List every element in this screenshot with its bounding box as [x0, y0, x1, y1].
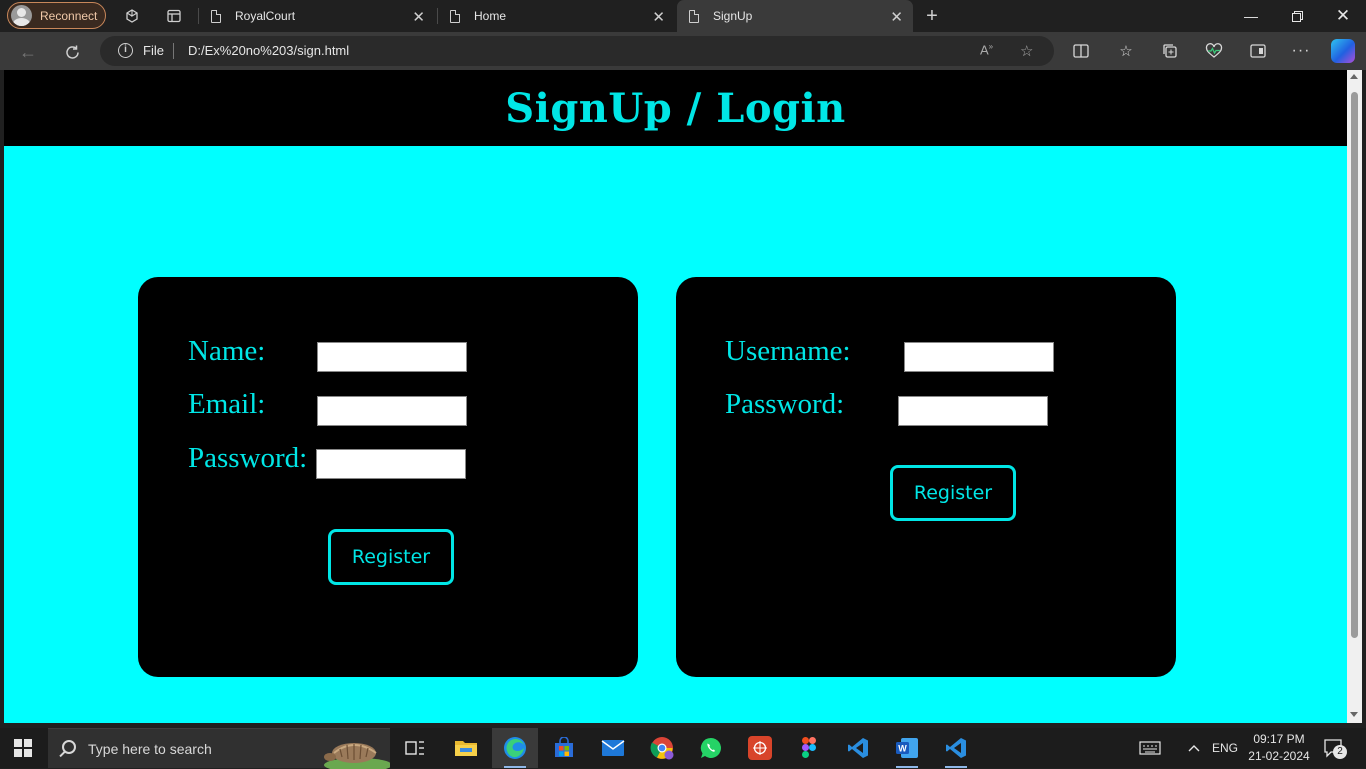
signup-password-field[interactable] — [316, 449, 466, 479]
taskbar-search-box[interactable]: Type here to search — [48, 728, 390, 769]
tab-bar: Reconnect RoyalCourt ✕ Home ✕ SignUp ✕ +… — [0, 0, 1366, 32]
page-title: SignUp / Login — [505, 84, 846, 132]
page-header: SignUp / Login — [4, 70, 1347, 146]
info-icon[interactable]: i — [118, 43, 133, 58]
language-indicator[interactable]: ENG — [1212, 728, 1238, 768]
scrollbar-thumb[interactable] — [1351, 92, 1358, 638]
sidebar-panel-icon[interactable] — [1248, 41, 1268, 61]
profile-reconnect-button[interactable]: Reconnect — [7, 2, 106, 29]
clock-time: 09:17 PM — [1253, 732, 1305, 746]
vertical-tabs-icon[interactable] — [164, 6, 184, 26]
page-icon — [689, 9, 699, 23]
notification-count-badge: 2 — [1333, 745, 1347, 759]
scroll-down-icon[interactable] — [1350, 712, 1358, 717]
favorite-star-icon[interactable]: ☆ — [1020, 42, 1033, 60]
username-label: Username: — [725, 335, 851, 367]
login-card: Username: Password: Register — [676, 277, 1176, 677]
login-register-button[interactable]: Register — [890, 465, 1016, 521]
url-text[interactable]: D:/Ex%20no%203/sign.html — [188, 43, 349, 58]
address-bar[interactable]: i File D:/Ex%20no%203/sign.html A» ☆ — [100, 36, 1054, 66]
page-icon — [450, 9, 460, 23]
edge-icon[interactable] — [492, 728, 538, 768]
vscode-icon[interactable] — [933, 728, 979, 768]
more-options-icon[interactable]: ··· — [1291, 41, 1311, 61]
file-scheme-label: File — [143, 43, 164, 58]
notifications-icon[interactable]: 2 — [1323, 728, 1347, 768]
keyboard-icon[interactable] — [1139, 728, 1161, 768]
signup-password-label: Password: — [188, 442, 308, 474]
workspaces-icon[interactable] — [122, 6, 142, 26]
login-password-field[interactable] — [898, 396, 1048, 426]
vscode-icon[interactable] — [835, 728, 881, 768]
svg-text:W: W — [898, 744, 907, 754]
search-highlight-image — [324, 743, 390, 769]
figma-icon[interactable] — [786, 728, 832, 768]
tab-close-icon[interactable]: ✕ — [652, 8, 665, 26]
windows-start-icon[interactable] — [14, 739, 32, 757]
minimize-button[interactable]: — — [1228, 0, 1274, 32]
collections-icon[interactable] — [1160, 41, 1180, 61]
red-app-icon[interactable] — [737, 728, 783, 768]
tab-close-icon[interactable]: ✕ — [890, 8, 903, 26]
read-aloud-icon[interactable]: A» — [980, 42, 993, 57]
back-arrow-icon[interactable]: ← — [17, 41, 39, 63]
microsoft-store-icon[interactable] — [541, 728, 587, 768]
mail-icon[interactable] — [590, 728, 636, 768]
browser-essentials-icon[interactable] — [1204, 41, 1224, 61]
page-scrollbar[interactable] — [1347, 70, 1362, 723]
search-placeholder: Type here to search — [88, 741, 212, 757]
file-explorer-icon[interactable] — [443, 728, 489, 768]
tab-signup[interactable]: SignUp ✕ — [677, 0, 913, 32]
chrome-icon[interactable] — [639, 728, 685, 768]
refresh-icon[interactable] — [61, 41, 83, 63]
profile-reconnect-label: Reconnect — [40, 8, 98, 23]
search-icon — [62, 740, 76, 754]
whatsapp-icon[interactable] — [688, 728, 734, 768]
restore-button[interactable] — [1274, 0, 1320, 32]
new-tab-icon[interactable]: + — [922, 5, 942, 27]
page-viewport: SignUp / Login Name: Email: Password: Re… — [4, 70, 1347, 723]
page-icon — [211, 9, 221, 23]
show-hidden-icons-chevron-icon[interactable] — [1187, 728, 1201, 768]
tab-title: Home — [474, 9, 507, 23]
windows-taskbar: Type here to search W ENG 09:17 PM 21-02… — [0, 728, 1366, 769]
split-screen-icon[interactable] — [1071, 41, 1091, 61]
word-icon[interactable]: W — [884, 728, 930, 768]
tab-close-icon[interactable]: ✕ — [412, 8, 425, 26]
close-window-button[interactable]: ✕ — [1320, 0, 1366, 32]
signup-card: Name: Email: Password: Register — [138, 277, 638, 677]
email-label: Email: — [188, 388, 266, 420]
favorites-icon[interactable]: ☆ — [1116, 41, 1136, 61]
clock-date: 21-02-2024 — [1248, 749, 1310, 763]
tab-home[interactable]: Home ✕ — [438, 0, 675, 32]
signup-register-button[interactable]: Register — [328, 529, 454, 585]
task-view-icon[interactable] — [392, 728, 438, 768]
email-field[interactable] — [317, 396, 467, 426]
name-label: Name: — [188, 335, 266, 367]
profile-avatar-icon — [11, 5, 32, 26]
login-password-label: Password: — [725, 388, 845, 420]
scroll-up-icon[interactable] — [1350, 74, 1358, 79]
taskbar-clock[interactable]: 09:17 PM 21-02-2024 — [1244, 731, 1314, 765]
tab-title: RoyalCourt — [235, 9, 296, 23]
tab-royalcourt[interactable]: RoyalCourt ✕ — [199, 0, 435, 32]
copilot-icon[interactable] — [1331, 39, 1355, 63]
name-field[interactable] — [317, 342, 467, 372]
tab-title: SignUp — [713, 9, 753, 23]
username-field[interactable] — [904, 342, 1054, 372]
